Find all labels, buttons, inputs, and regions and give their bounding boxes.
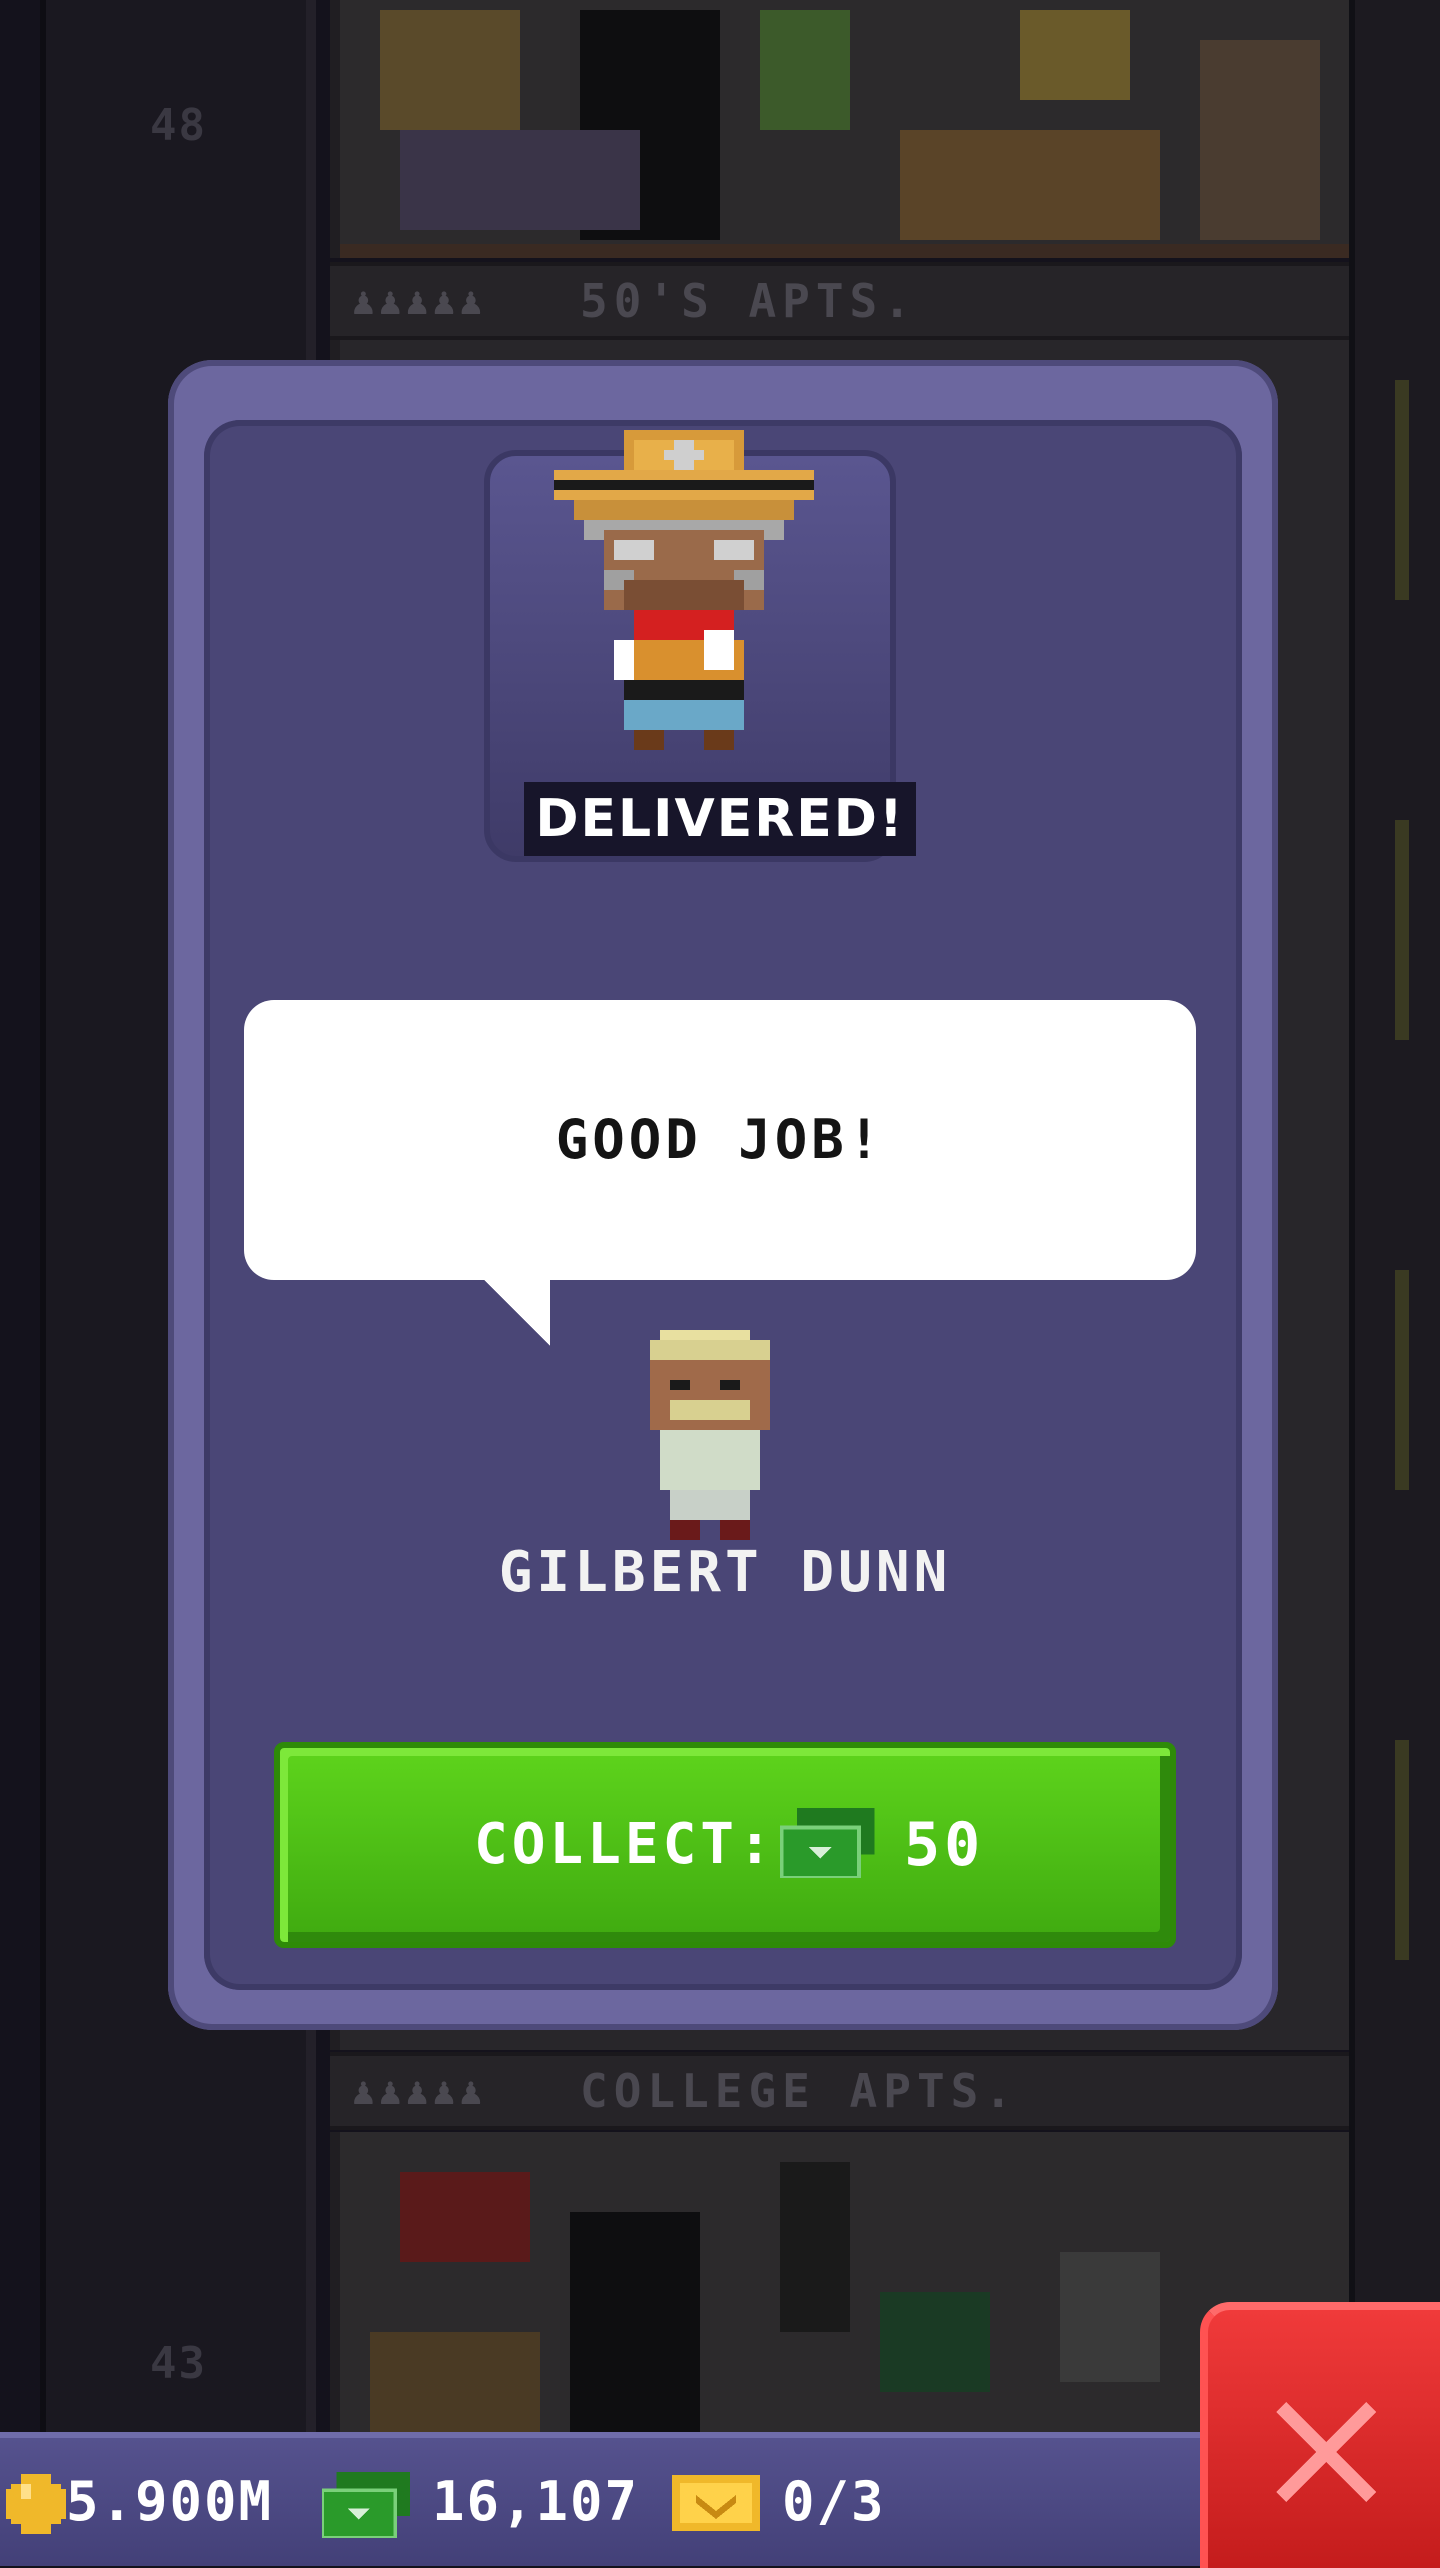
room-50s-apts	[330, 0, 1380, 258]
coin-icon	[6, 2474, 66, 2534]
tickets-value: 0/3	[782, 2470, 886, 2533]
speech-text: GOOD JOB!	[555, 1108, 885, 1171]
right-wall	[1349, 0, 1440, 2560]
floor-label-50s-apts: ♟♟♟♟♟ 50'S APTS.	[330, 262, 1360, 340]
ticket-icon	[672, 2475, 760, 2531]
collect-amount: 50	[904, 1810, 985, 1880]
floor-label-college-apts: ♟♟♟♟♟ COLLEGE APTS.	[330, 2052, 1360, 2130]
close-button[interactable]	[1200, 2302, 1440, 2568]
coins-value: 5.900M	[66, 2470, 274, 2533]
floor-number: 48	[150, 100, 207, 151]
close-icon	[1276, 2402, 1376, 2502]
collect-button[interactable]: COLLECT: 50	[274, 1742, 1176, 1948]
floor-number: 43	[150, 2338, 207, 2389]
delivered-status-label: DELIVERED!	[524, 782, 916, 856]
bux-value: 16,107	[432, 2470, 640, 2533]
bux-icon	[322, 2472, 410, 2538]
bux-icon	[780, 1808, 875, 1878]
npc-name: GILBERT DUNN	[498, 1540, 952, 1605]
speech-bubble-tail	[480, 1276, 550, 1346]
status-bar: 5.900M 16,107 0/3	[0, 2432, 1220, 2566]
collect-label: COLLECT:	[474, 1812, 776, 1877]
cowboy-character-sprite	[554, 430, 814, 750]
npc-character-sprite	[650, 1330, 770, 1540]
